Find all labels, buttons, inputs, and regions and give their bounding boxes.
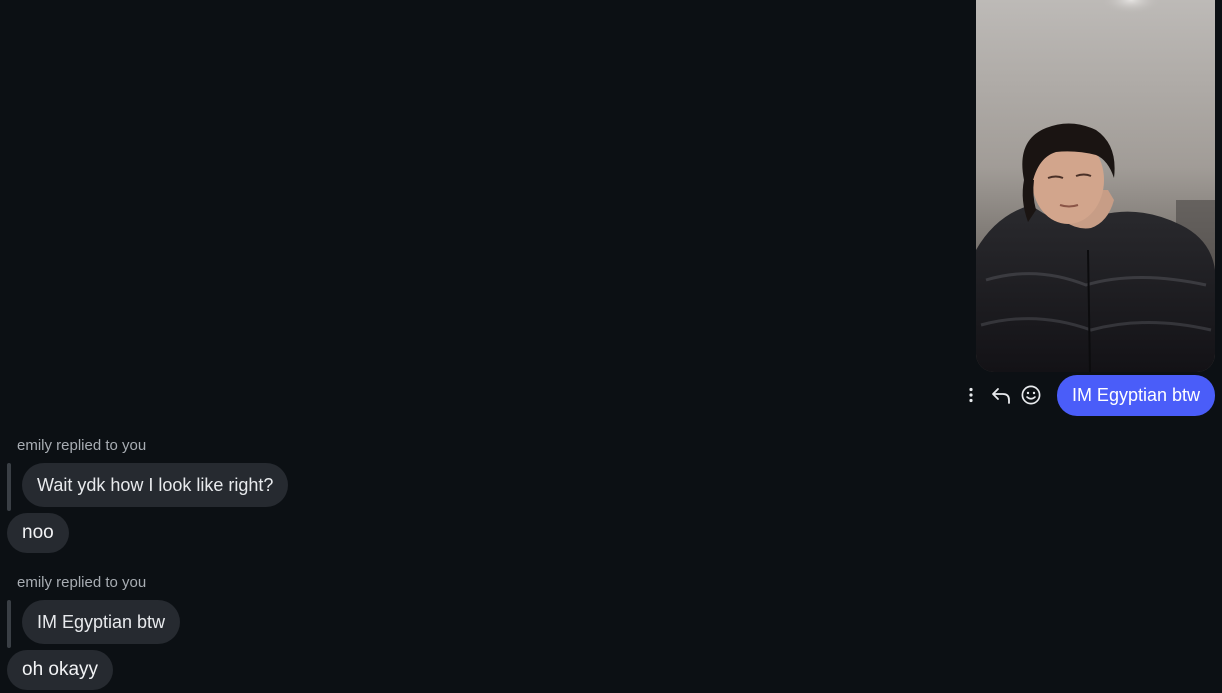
quoted-message[interactable]: Wait ydk how I look like right? (22, 463, 289, 507)
reply-caption: emily replied to you (17, 437, 147, 454)
received-message-bubble[interactable]: noo (7, 513, 69, 553)
quoted-message[interactable]: IM Egyptian btw (22, 600, 181, 644)
chat-thread: IM Egyptian btw emily replied to you Wai… (0, 0, 1222, 693)
emoji-react-icon[interactable] (1016, 380, 1046, 410)
reply-quote-bar (7, 463, 11, 511)
reply-caption: emily replied to you (17, 574, 147, 591)
more-options-icon[interactable] (956, 380, 986, 410)
sent-photo[interactable] (976, 0, 1215, 372)
message-actions (956, 380, 1046, 410)
reply-quote-bar (7, 600, 11, 648)
received-message-bubble[interactable]: oh okayy (7, 650, 114, 690)
reply-icon[interactable] (986, 380, 1016, 410)
photo-image (976, 0, 1215, 372)
sent-message-bubble[interactable]: IM Egyptian btw (1056, 375, 1215, 416)
